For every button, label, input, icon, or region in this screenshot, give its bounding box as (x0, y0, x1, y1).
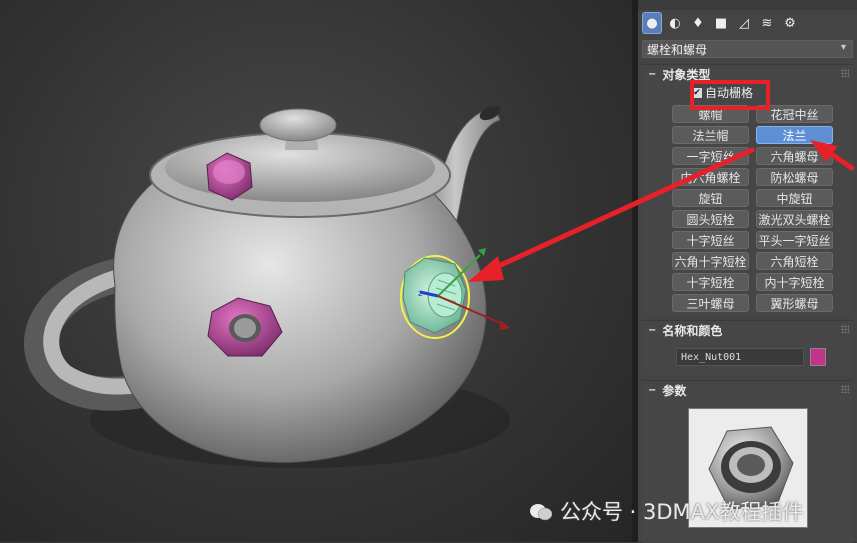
arrow-to-flange-button (810, 140, 855, 171)
annotation-arrows (468, 140, 855, 282)
watermark: 公众号 · 3DMAX教程插件 (530, 496, 803, 526)
wechat-icon (530, 502, 553, 521)
arrow-to-nut (468, 147, 755, 282)
watermark-text: 公众号 · 3DMAX教程插件 (560, 500, 804, 524)
